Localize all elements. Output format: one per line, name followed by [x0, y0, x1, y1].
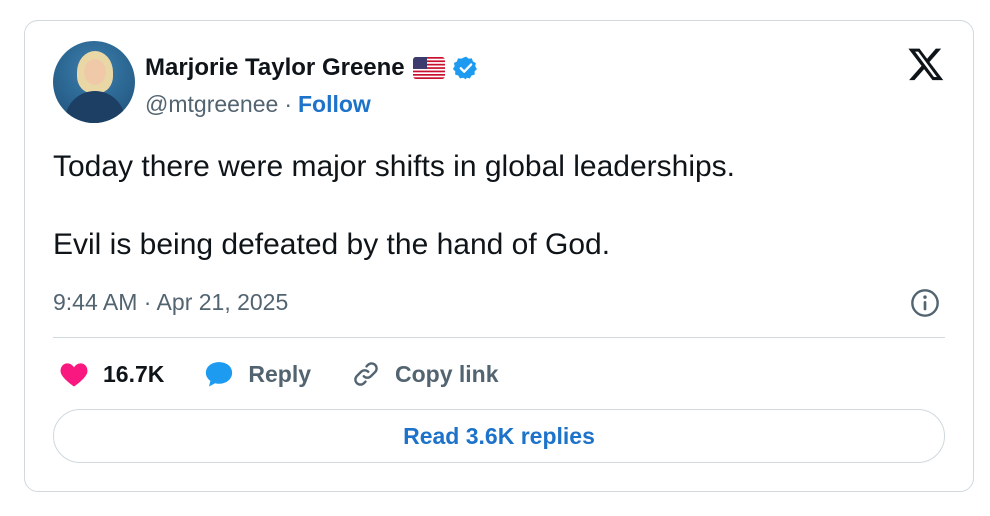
- author-name[interactable]: Marjorie Taylor Greene: [145, 54, 405, 82]
- author-handle-row: @mtgreenee · Follow: [145, 91, 371, 118]
- heart-icon: [60, 363, 88, 387]
- follow-button[interactable]: Follow: [298, 91, 371, 118]
- read-replies-button[interactable]: Read 3.6K replies: [53, 409, 945, 463]
- tweet-line: Evil is being defeated by the hand of Go…: [53, 228, 611, 261]
- tweet-line: Today there were major shifts in global …: [53, 150, 736, 183]
- verified-badge-icon: [452, 55, 479, 81]
- avatar-face: [84, 59, 106, 85]
- tweet-body: Today there were major shifts in global …: [53, 147, 933, 303]
- avatar-body: [65, 91, 125, 123]
- reply-button[interactable]: Reply: [204, 360, 311, 388]
- reply-label: Reply: [248, 360, 312, 387]
- copy-link-label: Copy link: [395, 360, 499, 387]
- reply-bubble-icon: [206, 362, 233, 387]
- divider: [53, 337, 945, 338]
- us-flag-icon: [412, 57, 445, 79]
- copy-link-button[interactable]: Copy link: [351, 359, 499, 389]
- handle-separator: ·: [284, 91, 292, 117]
- author-handle[interactable]: @mtgreenee: [145, 91, 278, 118]
- like-count: 16.7K: [103, 360, 165, 387]
- tweet-card: Marjorie Taylor Greene @mtgreenee · Foll…: [24, 20, 974, 492]
- info-icon[interactable]: [909, 287, 941, 319]
- x-logo-icon[interactable]: [907, 45, 945, 83]
- tweet-timestamp[interactable]: 9:44 AM · Apr 21, 2025: [53, 289, 288, 316]
- author-name-row: Marjorie Taylor Greene: [145, 54, 479, 82]
- action-bar: 16.7K Reply Copy link: [59, 357, 539, 391]
- link-icon: [354, 362, 378, 386]
- like-button[interactable]: 16.7K: [59, 360, 164, 388]
- avatar[interactable]: [53, 41, 135, 123]
